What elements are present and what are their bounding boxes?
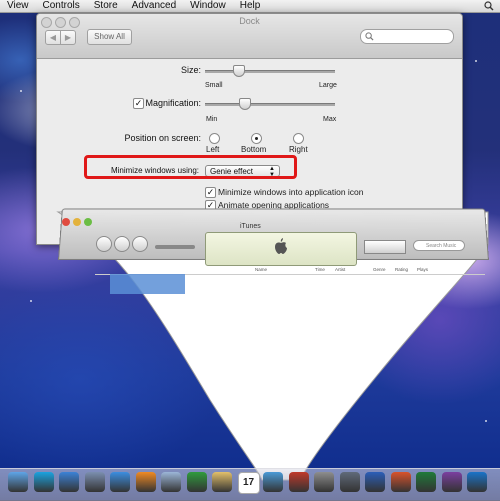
mail-icon[interactable] [84, 472, 105, 492]
outlook-icon[interactable] [467, 472, 487, 492]
app-store-icon[interactable] [59, 472, 79, 492]
col-name[interactable]: Name [255, 267, 267, 272]
itunes-playback-controls [96, 236, 148, 252]
itunes-search-field[interactable]: Search Music [413, 240, 465, 251]
previous-button[interactable] [96, 236, 112, 252]
onenote-icon[interactable] [441, 472, 462, 492]
itunes-zoom-button[interactable] [84, 218, 92, 226]
excel-icon[interactable] [416, 472, 436, 492]
notes-icon[interactable] [212, 472, 232, 492]
play-button[interactable] [114, 236, 130, 252]
calendar-day: 17 [242, 477, 255, 488]
powerpoint-icon[interactable] [390, 472, 411, 492]
itunes-sidebar-selection[interactable] [110, 274, 185, 294]
itunes-close-button[interactable] [62, 218, 70, 226]
preview-icon[interactable] [161, 472, 181, 492]
skype-icon[interactable] [33, 472, 54, 492]
launchpad-icon[interactable] [339, 472, 360, 492]
col-plays[interactable]: Plays [417, 267, 428, 272]
safari-icon[interactable] [110, 472, 130, 492]
itunes-window-controls [62, 218, 92, 226]
volume-slider[interactable] [155, 245, 195, 249]
itunes-title: iTunes [240, 223, 261, 230]
finder-icon[interactable] [8, 472, 28, 492]
photo-booth-icon[interactable] [288, 472, 309, 492]
vlc-icon[interactable] [135, 472, 156, 492]
col-rating[interactable]: Rating [395, 267, 408, 272]
col-time[interactable]: Time [315, 267, 325, 272]
system-preferences-icon[interactable] [314, 472, 334, 492]
itunes-icon[interactable] [263, 472, 283, 492]
view-toggle[interactable] [364, 240, 406, 254]
word-icon[interactable] [365, 472, 385, 492]
itunes-minimize-button[interactable] [73, 218, 81, 226]
utorrent-icon[interactable] [186, 472, 207, 492]
next-button[interactable] [132, 236, 148, 252]
col-genre[interactable]: Genre [373, 267, 386, 272]
apple-logo-icon [275, 238, 287, 254]
col-artist[interactable]: Artist [335, 267, 345, 272]
calendar-icon[interactable]: 17 [237, 472, 260, 494]
